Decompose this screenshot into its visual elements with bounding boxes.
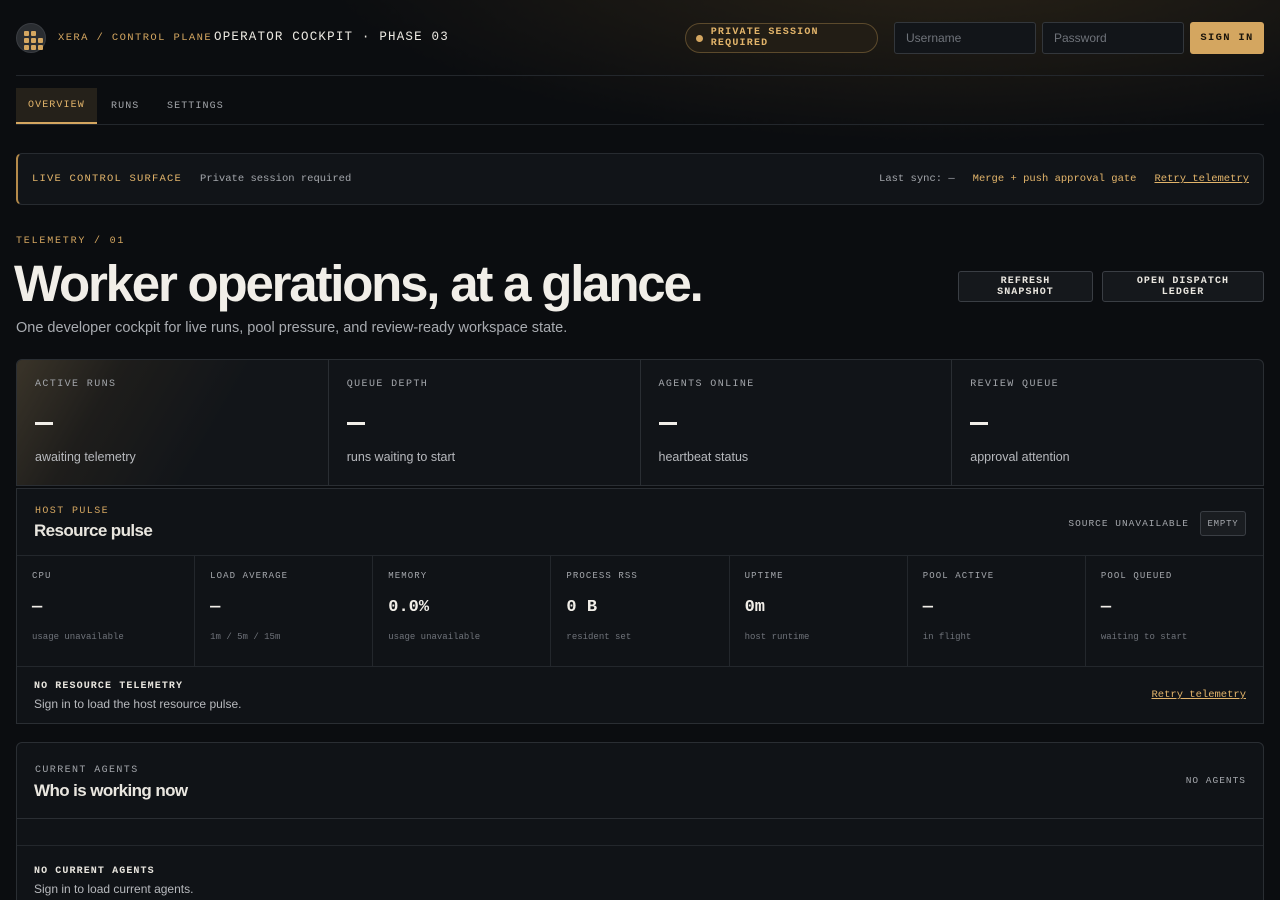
metric-description: usage unavailable bbox=[388, 632, 481, 642]
agents-status: NO AGENTS bbox=[1185, 775, 1246, 786]
metric-label: CPU bbox=[32, 571, 52, 581]
banner-status: Private session required bbox=[200, 173, 352, 185]
stats-row: ACTIVE RUNS awaiting telemetry QUEUE DEP… bbox=[16, 359, 1264, 486]
metric-description: 1m / 5m / 15m bbox=[210, 632, 281, 642]
metric-uptime: UPTIME 0m host runtime bbox=[730, 556, 908, 666]
top-bar: XERA / CONTROL PLANE OPERATOR COCKPIT · … bbox=[16, 0, 1264, 76]
username-input[interactable] bbox=[894, 22, 1036, 54]
brand-logo-icon bbox=[16, 23, 46, 53]
stat-label: QUEUE DEPTH bbox=[346, 379, 429, 390]
metric-label: LOAD AVERAGE bbox=[210, 571, 289, 581]
stat-description: approval attention bbox=[970, 450, 1070, 464]
metric-value: — bbox=[32, 598, 43, 617]
stat-description: heartbeat status bbox=[658, 450, 749, 464]
source-status: SOURCE UNAVAILABLE bbox=[1068, 518, 1189, 529]
password-input[interactable] bbox=[1042, 22, 1184, 54]
stat-card-agents-online: AGENTS ONLINE heartbeat status bbox=[641, 360, 953, 485]
metric-label: PROCESS RSS bbox=[566, 571, 638, 581]
divider bbox=[17, 818, 1263, 819]
metrics-row: CPU — usage unavailable LOAD AVERAGE — 1… bbox=[17, 556, 1263, 667]
stat-card-queue-depth: QUEUE DEPTH runs waiting to start bbox=[329, 360, 641, 485]
resource-pulse-panel: HOST PULSE Resource pulse SOURCE UNAVAIL… bbox=[16, 488, 1264, 724]
retry-telemetry-link[interactable]: Retry telemetry bbox=[1154, 173, 1249, 185]
refresh-snapshot-button[interactable]: REFRESH SNAPSHOT bbox=[958, 271, 1093, 302]
sign-in-button[interactable]: SIGN IN bbox=[1190, 22, 1264, 54]
stat-label: ACTIVE RUNS bbox=[35, 379, 117, 390]
stat-label: REVIEW QUEUE bbox=[970, 379, 1060, 390]
brand-subtitle: XERA / CONTROL PLANE bbox=[58, 32, 213, 44]
empty-state-message: Sign in to load current agents. bbox=[34, 882, 194, 896]
page-title: Worker operations, at a glance. bbox=[14, 255, 704, 312]
metric-process-rss: PROCESS RSS 0 B resident set bbox=[551, 556, 730, 666]
brand-title: OPERATOR COCKPIT · PHASE 03 bbox=[214, 30, 449, 44]
metric-label: MEMORY bbox=[388, 571, 428, 581]
empty-state-title: NO RESOURCE TELEMETRY bbox=[34, 681, 184, 692]
empty-status-badge: EMPTY bbox=[1200, 511, 1246, 536]
empty-state-title: NO CURRENT AGENTS bbox=[34, 866, 155, 877]
banner-label: LIVE CONTROL SURFACE bbox=[32, 173, 183, 185]
status-dot-icon bbox=[696, 34, 703, 42]
stat-description: awaiting telemetry bbox=[35, 450, 136, 464]
metric-pool-active: POOL ACTIVE — in flight bbox=[908, 556, 1086, 666]
last-sync: Last sync: — bbox=[879, 173, 955, 185]
stat-card-active-runs: ACTIVE RUNS awaiting telemetry bbox=[17, 360, 329, 485]
metric-label: UPTIME bbox=[744, 571, 784, 581]
metric-cpu: CPU — usage unavailable bbox=[17, 556, 196, 666]
metric-value: 0m bbox=[744, 598, 765, 617]
divider bbox=[17, 845, 1263, 846]
metric-label: POOL ACTIVE bbox=[922, 571, 995, 581]
stat-card-review-queue: REVIEW QUEUE approval attention bbox=[952, 360, 1263, 485]
tab-settings[interactable]: SETTINGS bbox=[155, 88, 236, 124]
stat-value-empty bbox=[346, 422, 365, 425]
metric-value: — bbox=[922, 598, 933, 617]
page-subtitle: One developer cockpit for live runs, poo… bbox=[16, 320, 568, 336]
metric-pool-queued: POOL QUEUED — waiting to start bbox=[1086, 556, 1263, 666]
section-title: Resource pulse bbox=[34, 521, 153, 540]
resource-pulse-header: HOST PULSE Resource pulse SOURCE UNAVAIL… bbox=[17, 488, 1263, 556]
metric-value: 0.0% bbox=[388, 598, 430, 617]
section-title: Who is working now bbox=[34, 781, 188, 800]
live-control-banner: LIVE CONTROL SURFACE Private session req… bbox=[16, 153, 1264, 205]
metric-description: in flight bbox=[922, 632, 972, 642]
tab-bar: OVERVIEW RUNS SETTINGS bbox=[16, 88, 1264, 125]
metric-value: 0 B bbox=[566, 598, 598, 617]
section-label: HOST PULSE bbox=[35, 506, 110, 517]
metric-value: — bbox=[210, 598, 221, 617]
current-agents-panel: CURRENT AGENTS Who is working now NO AGE… bbox=[16, 742, 1264, 900]
section-label: CURRENT AGENTS bbox=[35, 765, 139, 776]
stat-description: runs waiting to start bbox=[346, 450, 456, 464]
empty-state-message: Sign in to load the host resource pulse. bbox=[34, 697, 242, 711]
metric-description: waiting to start bbox=[1100, 632, 1188, 642]
metric-description: host runtime bbox=[744, 632, 810, 642]
section-eyebrow: TELEMETRY / 01 bbox=[16, 236, 126, 247]
session-status-badge: PRIVATE SESSION REQUIRED bbox=[685, 23, 878, 53]
metric-description: resident set bbox=[566, 632, 632, 642]
stat-label: AGENTS ONLINE bbox=[658, 379, 755, 390]
metric-description: usage unavailable bbox=[32, 632, 124, 642]
metric-label: POOL QUEUED bbox=[1100, 571, 1173, 581]
metric-load-average: LOAD AVERAGE — 1m / 5m / 15m bbox=[195, 556, 374, 666]
approval-gate-link[interactable]: Merge + push approval gate bbox=[973, 173, 1137, 185]
metric-value: — bbox=[1100, 598, 1112, 617]
retry-telemetry-link[interactable]: Retry telemetry bbox=[1151, 689, 1246, 701]
metric-memory: MEMORY 0.0% usage unavailable bbox=[373, 556, 552, 666]
stat-value-empty bbox=[658, 422, 677, 425]
stat-value-empty bbox=[970, 422, 989, 425]
open-dispatch-ledger-button[interactable]: OPEN DISPATCH LEDGER bbox=[1102, 271, 1264, 302]
tab-overview[interactable]: OVERVIEW bbox=[16, 88, 97, 124]
tab-runs[interactable]: RUNS bbox=[99, 88, 151, 124]
session-status-label: PRIVATE SESSION REQUIRED bbox=[710, 27, 819, 49]
stat-value-empty bbox=[35, 422, 53, 425]
